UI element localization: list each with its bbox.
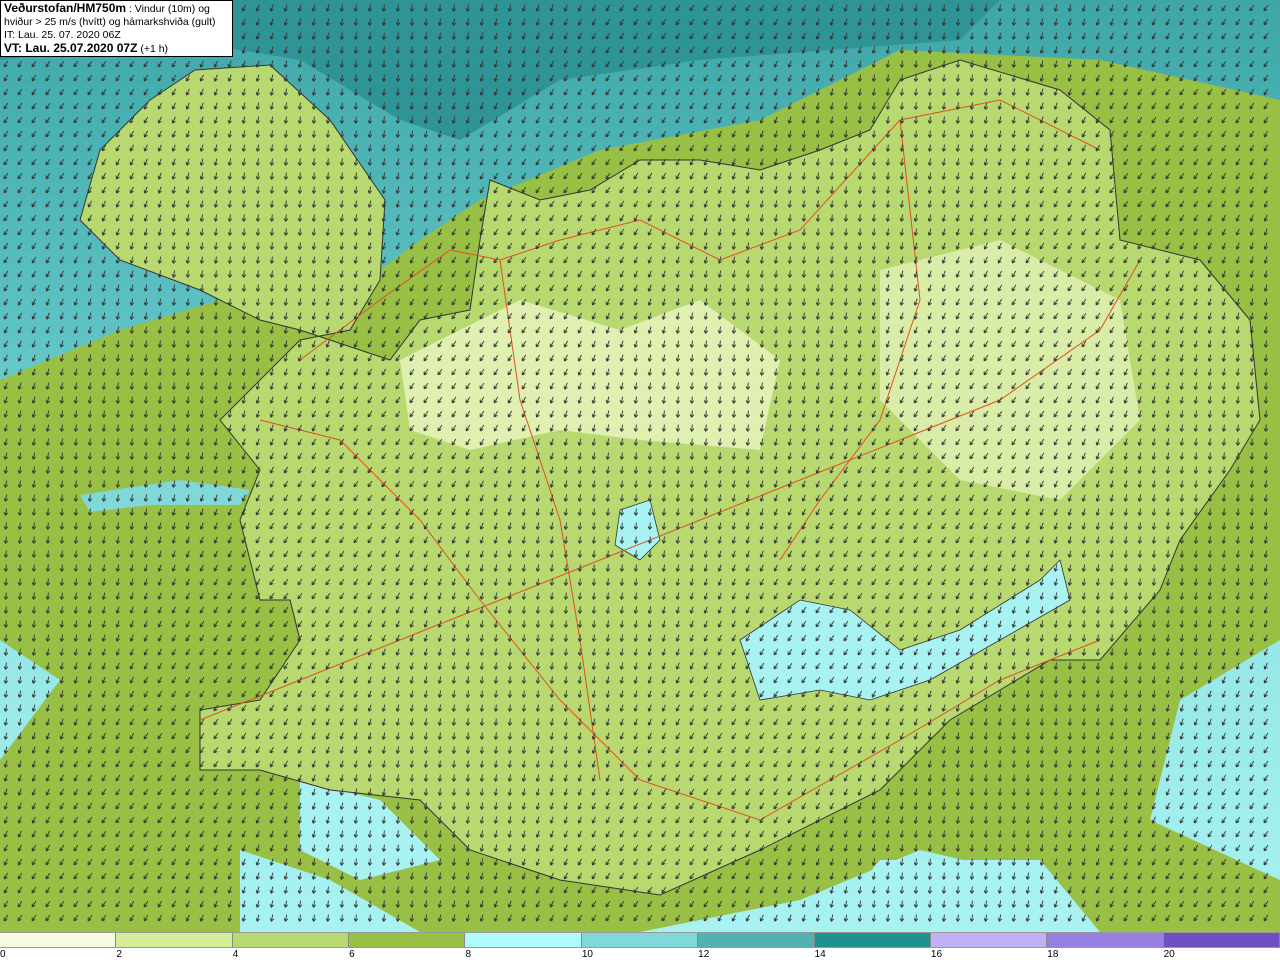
wind-map	[0, 0, 1280, 932]
